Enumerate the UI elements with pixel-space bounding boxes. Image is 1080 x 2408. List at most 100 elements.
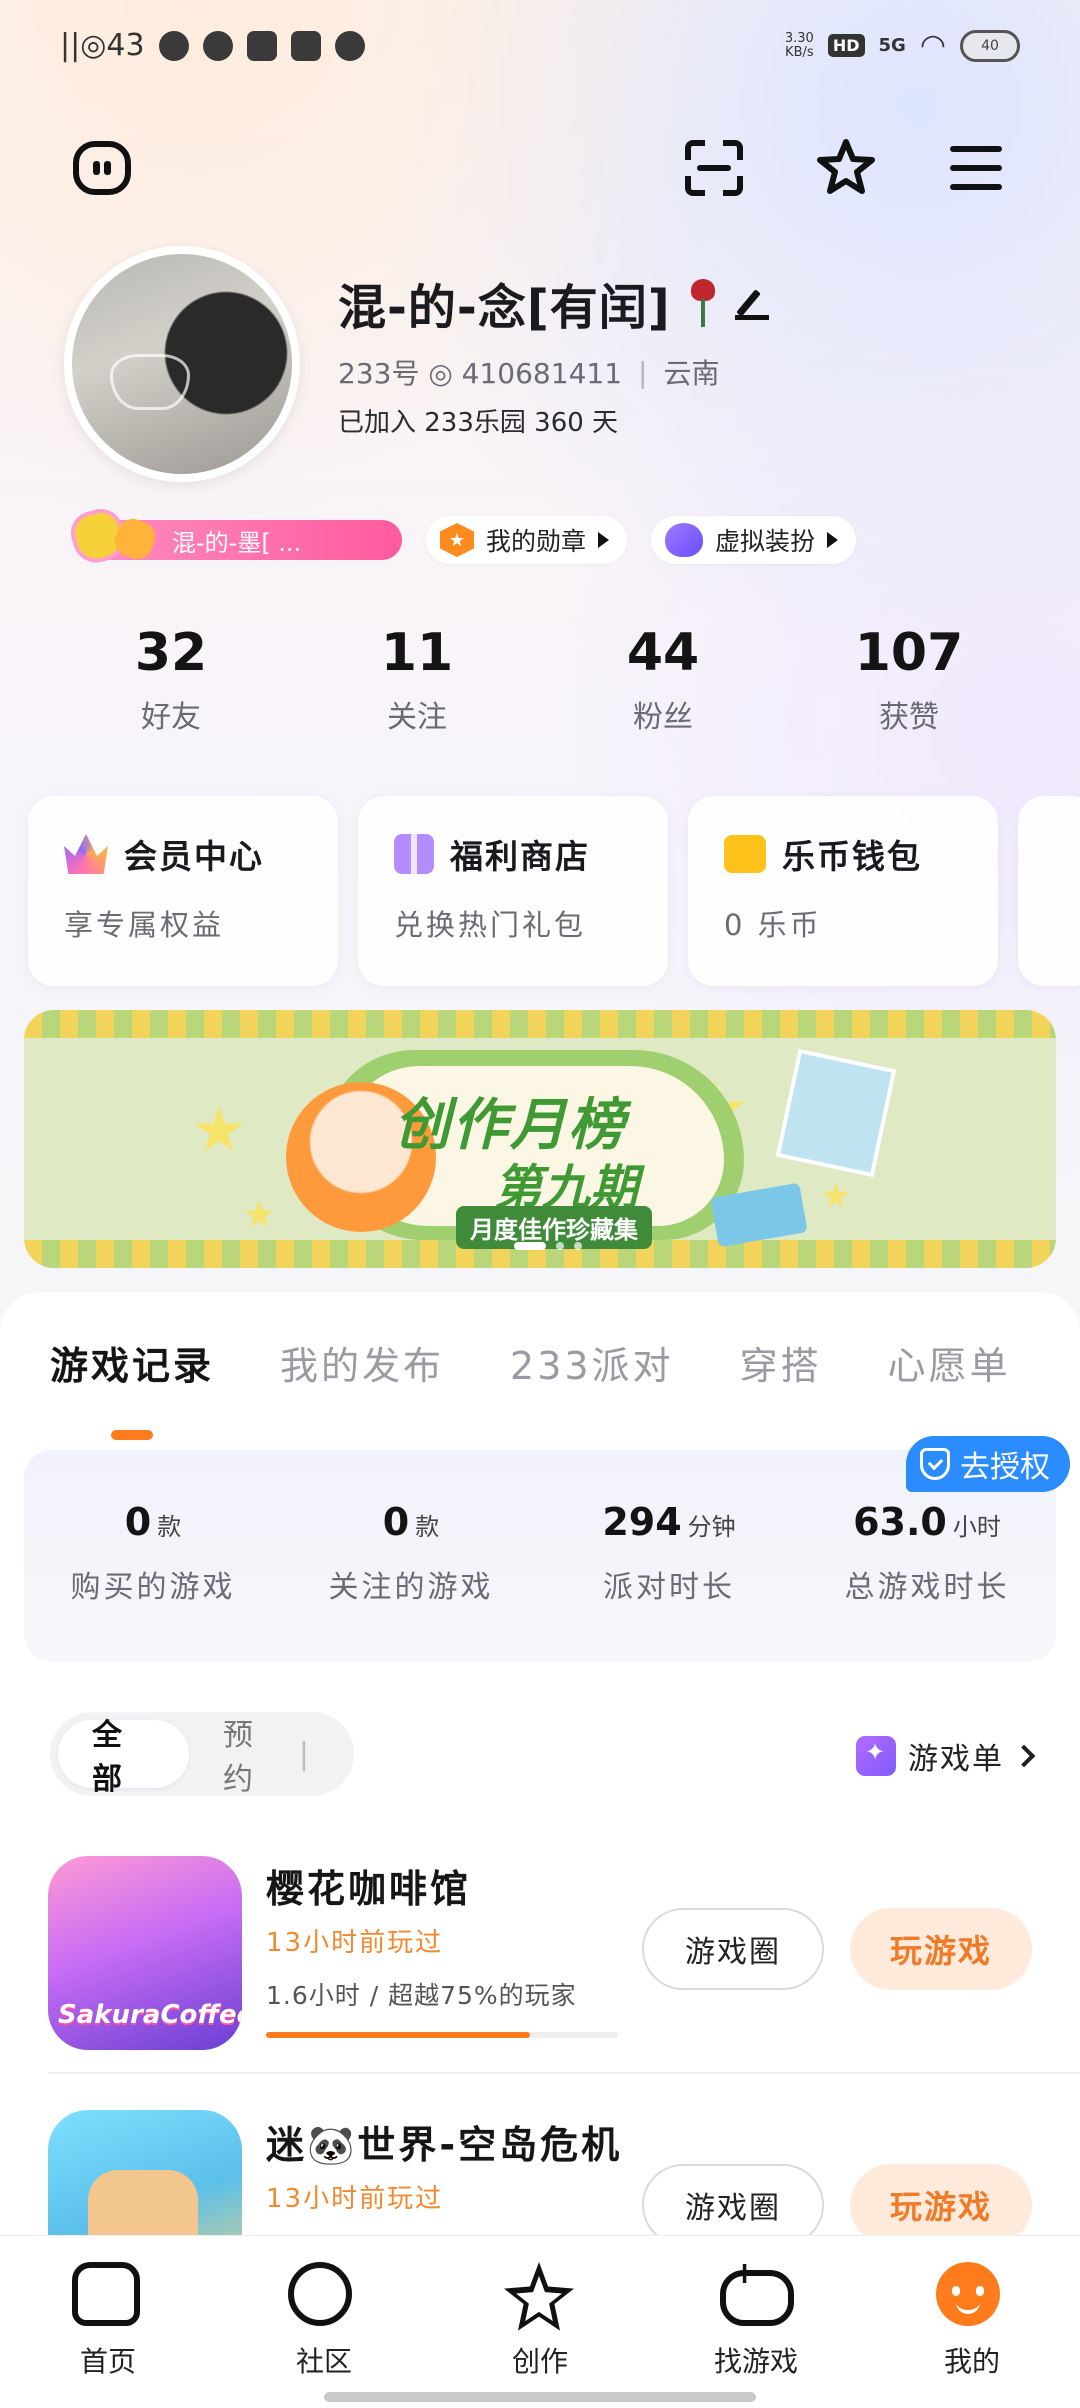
edit-icon[interactable] [734,286,769,320]
gstat-unit: 小时 [952,1513,1001,1541]
stat-likes[interactable]: 107 获赞 [786,620,1032,736]
profile-meta: 233号 ◎ 410681411 | 云南 [338,352,719,392]
speed-unit: KB/s [785,44,814,60]
social-stats: 32 好友 11 关注 44 粉丝 107 获赞 [0,620,1080,736]
nav-create[interactable]: 创作 [432,2236,648,2408]
stat-label: 获赞 [879,700,939,735]
nav-label: 首页 [79,2345,136,2378]
stat-value: 11 [380,623,454,683]
filter-reserve[interactable]: 预约 | [189,1718,346,1797]
card-member-center[interactable]: 会员中心 享专属权益 [28,796,338,986]
rose-icon [685,279,721,327]
chat-bubble-icon [73,141,131,195]
planet-icon [288,2262,352,2326]
card-title: 乐币钱包 [782,837,922,876]
play-game-button[interactable]: 玩游戏 [850,2164,1032,2246]
card-welfare-store[interactable]: 福利商店 兑换热门礼包 [358,796,668,986]
promo-banner[interactable]: 创作月榜 第九期 月度佳作珍藏集 [24,1010,1056,1268]
stat-purchased-games[interactable]: 0款 购买的游戏 [24,1500,282,1606]
play-game-button[interactable]: 玩游戏 [850,1908,1032,1990]
title-badge[interactable]: 混-的-墨[ ... [71,509,402,564]
avatar[interactable] [64,246,300,482]
menu-button[interactable] [940,132,1012,204]
tab-233-party[interactable]: 233派对 [510,1335,674,1390]
card-subtitle: 兑换热门礼包 [394,908,587,942]
region: 云南 [663,357,720,390]
nickname-row: 混-的-念[有闰] [338,268,769,338]
scan-button[interactable] [678,132,750,204]
messages-button[interactable] [66,132,138,204]
status-left: ||◎43 [60,28,365,63]
game-name[interactable]: 迷🐼世界-空岛危机 [266,2114,622,2169]
nickname: 混-的-念[有闰] [338,280,671,336]
battery-icon: 40 [960,29,1020,62]
chevron-right-icon [1012,1744,1036,1768]
card-coin-wallet[interactable]: 乐币钱包 0 乐币 [688,796,998,986]
nav-me[interactable]: 我的 [864,2236,1080,2408]
page-dot-active [514,1242,546,1250]
gstat-unit: 分钟 [687,1513,736,1541]
stat-following[interactable]: 11 关注 [294,620,540,736]
stat-party-time[interactable]: 294 分钟 派对时长 [540,1500,798,1606]
game-name[interactable]: 樱花咖啡馆 [266,1858,471,1913]
nav-find-games[interactable]: 找游戏 [648,2236,864,2408]
favorites-button[interactable] [810,132,882,204]
me-icon [936,2262,1000,2326]
stat-total-play-time[interactable]: 63.0 小时 总游戏时长 [798,1500,1056,1606]
gstat-label: 关注的游戏 [328,1570,494,1605]
game-row[interactable]: SakuraCoffee 樱花咖啡馆 13小时前玩过 1.6小时 / 超越75%… [0,1852,1080,2102]
stars-badge-icon [71,506,172,570]
medal-icon: ★ [440,523,474,557]
tab-game-records[interactable]: 游戏记录 [50,1335,214,1440]
nav-community[interactable]: 社区 [216,2236,432,2408]
gstat-unit: 款 [157,1513,182,1541]
game-list-link[interactable]: 游戏单 [856,1734,1036,1778]
nav-home[interactable]: 首页 [0,2236,216,2408]
music-icon [290,30,321,61]
game-duration: 1.6小时 / 超越75%的玩家 [266,1981,577,2010]
user-id[interactable]: 233号 ◎ 410681411 [338,352,622,392]
virtual-dress-label: 虚拟装扮 [715,527,816,556]
game-progress-fill [266,2032,530,2038]
filter-all[interactable]: 全部 [58,1718,190,1797]
game-icon-sakura-coffee[interactable]: SakuraCoffee [48,1856,242,2050]
authorize-button[interactable]: 去授权 [906,1436,1070,1492]
star-decoration [195,1106,243,1152]
stat-fans[interactable]: 44 粉丝 [540,620,786,736]
card-title: 会员中心 [124,837,264,876]
game-circle-button[interactable]: 游戏圈 [642,2164,824,2246]
filter-reserve-label: 预约 [223,1718,257,1797]
nav-label: 找游戏 [713,2345,798,2378]
profile-tabs: 游戏记录 我的发布 233派对 穿搭 心愿单 [0,1292,1080,1440]
tab-my-posts[interactable]: 我的发布 [280,1335,444,1390]
game-last-played: 13小时前玩过 [266,2184,444,2214]
stat-friends[interactable]: 32 好友 [48,620,294,736]
game-filter: 全部 预约 | [50,1712,354,1797]
stat-followed-games[interactable]: 0款 关注的游戏 [282,1500,540,1606]
gstat-label: 派对时长 [603,1570,735,1605]
stat-value: 44 [626,623,700,683]
gstat-unit: 款 [415,1513,440,1541]
tab-outfits[interactable]: 穿搭 [740,1335,822,1390]
tab-wishlist[interactable]: 心愿单 [888,1335,1011,1390]
my-medals-button[interactable]: ★ 我的勋章 [426,516,628,564]
page-dot [574,1242,582,1250]
title-badge-label: 混-的-墨[ ... [172,528,302,557]
stat-value: 107 [854,623,964,683]
mail-icon [246,30,277,61]
home-icon [72,2262,140,2326]
card-partial-next[interactable] [1018,796,1080,986]
my-medals-label: 我的勋章 [486,527,587,556]
banner-pagination [514,1242,582,1250]
game-circle-button[interactable]: 游戏圈 [642,1908,824,1990]
fan-icon [158,30,189,61]
status-bar: ||◎43 3.30 KB/s HD 5G ◠ 40 [0,0,1080,100]
cat-avatar-icon [665,523,704,557]
5g-signal-icon: 5G [878,35,906,56]
game-progress-bar [266,2032,618,2038]
message-icon [334,30,365,61]
arrow-right-icon [827,532,839,548]
virtual-dress-button[interactable]: 虚拟装扮 [651,516,857,564]
stat-value: 32 [134,623,208,683]
star-icon [504,2262,574,2331]
